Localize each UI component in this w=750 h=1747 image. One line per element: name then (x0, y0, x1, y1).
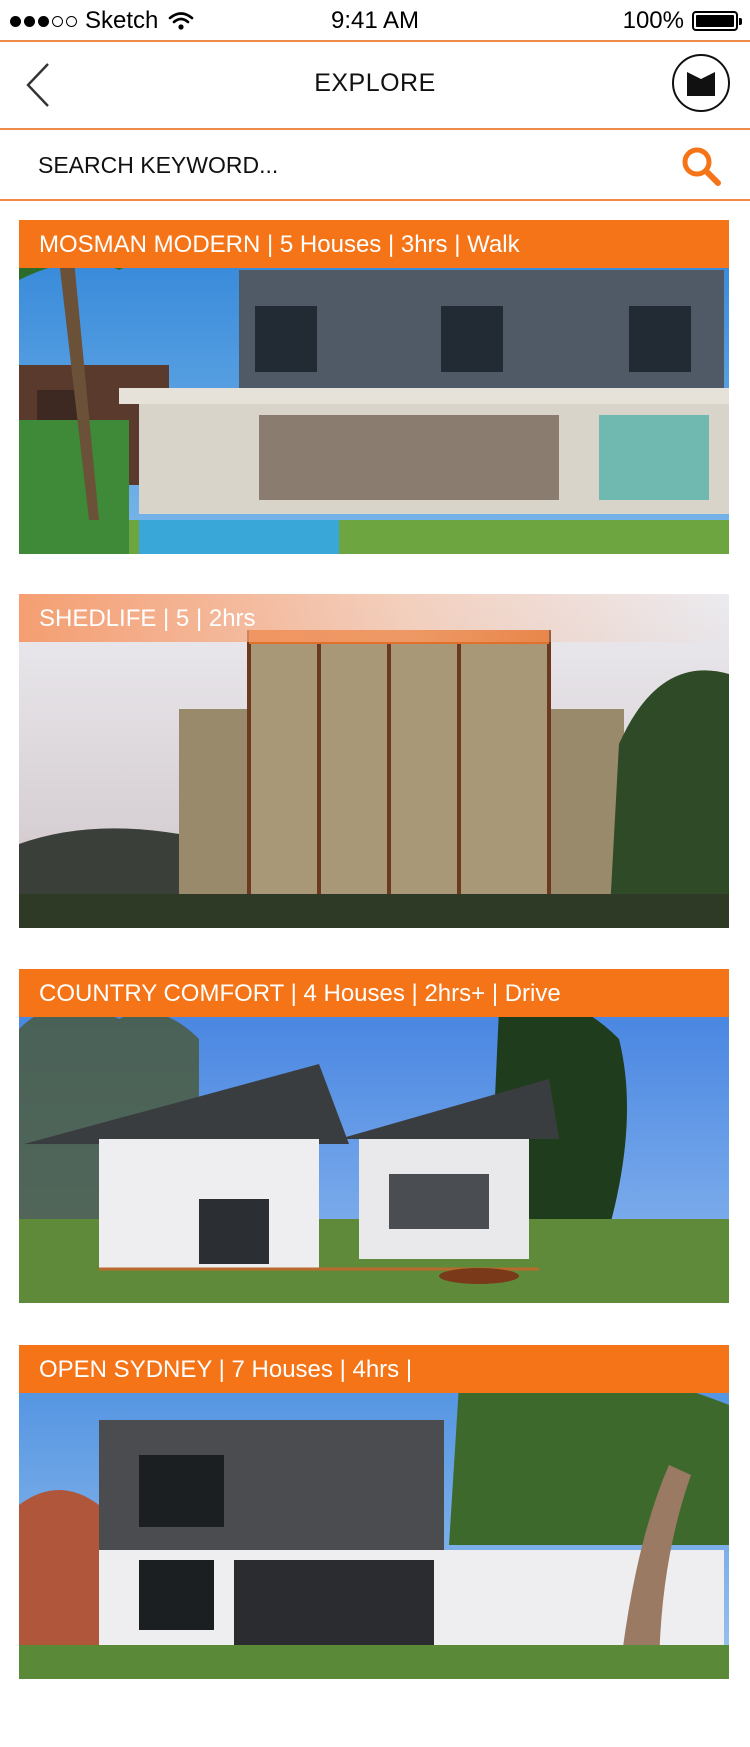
status-bar: Sketch 9:41 AM 100% (0, 0, 750, 40)
logo-icon (687, 72, 715, 96)
brand-menu-button[interactable] (672, 54, 730, 112)
tour-label-bar: COUNTRY COMFORT | 4 Houses | 2hrs+ | Dri… (19, 969, 729, 1017)
search-bar (0, 131, 750, 199)
tour-label-bar: SHEDLIFE | 5 | 2hrs (19, 594, 729, 642)
tour-card-open-sydney[interactable]: OPEN SYDNEY | 7 Houses | 4hrs | (19, 1345, 729, 1679)
divider (0, 128, 750, 130)
tour-photo (19, 594, 729, 928)
tour-label-bar: OPEN SYDNEY | 7 Houses | 4hrs | (19, 1345, 729, 1393)
search-button[interactable] (680, 145, 722, 187)
tour-label-bar: MOSMAN MODERN | 5 Houses | 3hrs | Walk (19, 220, 729, 268)
tour-photo (19, 1345, 729, 1679)
tour-label: OPEN SYDNEY | 7 Houses | 4hrs | (39, 1356, 413, 1383)
page-title: EXPLORE (314, 69, 436, 97)
tour-photo (19, 969, 729, 1303)
search-input[interactable] (38, 145, 638, 185)
tour-label: COUNTRY COMFORT | 4 Houses | 2hrs+ | Dri… (39, 980, 561, 1007)
battery-percent: 100% (622, 7, 684, 34)
nav-bar: EXPLORE (0, 42, 750, 128)
tour-label: SHEDLIFE | 5 | 2hrs (39, 605, 256, 632)
tour-label: MOSMAN MODERN | 5 Houses | 3hrs | Walk (39, 231, 520, 258)
battery-icon (692, 11, 742, 31)
tour-card-shedlife[interactable]: SHEDLIFE | 5 | 2hrs (19, 594, 729, 928)
tour-card-mosman-modern[interactable]: MOSMAN MODERN | 5 Houses | 3hrs | Walk (19, 220, 729, 554)
divider (0, 199, 750, 201)
search-icon (682, 147, 721, 186)
tour-card-country-comfort[interactable]: COUNTRY COMFORT | 4 Houses | 2hrs+ | Dri… (19, 969, 729, 1303)
tour-photo (19, 220, 729, 554)
